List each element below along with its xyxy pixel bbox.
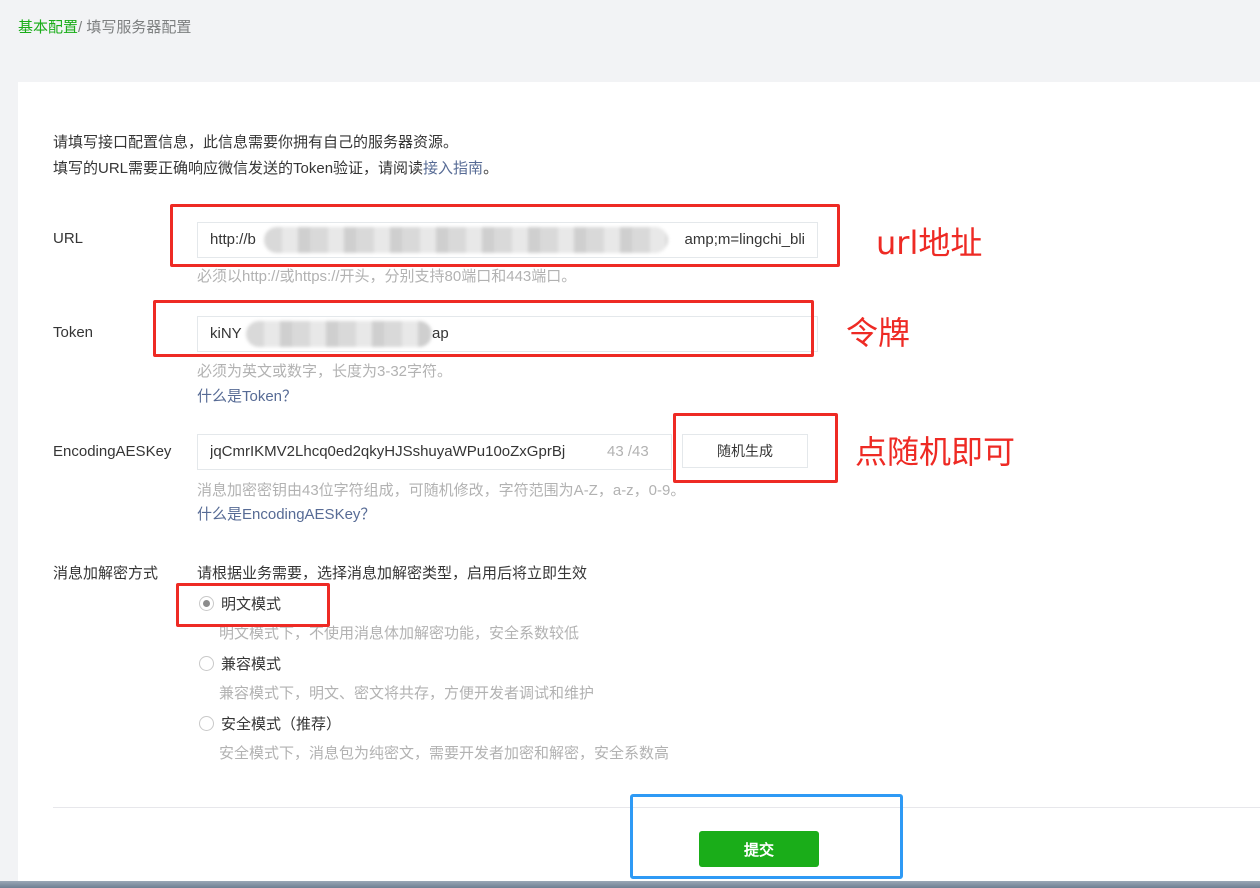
breadcrumb-separator: /	[78, 19, 83, 36]
secure-mode-desc: 安全模式下，消息包为纯密文，需要开发者加密和解密，安全系数高	[219, 745, 670, 762]
random-annotation-box	[673, 413, 838, 483]
aes-key-label: EncodingAESKey	[53, 443, 172, 460]
server-config-panel: 请填写接口配置信息，此信息需要你拥有自己的服务器资源。 填写的URL需要正确响应…	[18, 82, 1260, 888]
radio-unchecked-icon[interactable]	[199, 656, 214, 671]
intro-text: 请填写接口配置信息，此信息需要你拥有自己的服务器资源。 填写的URL需要正确响应…	[53, 130, 498, 182]
intro-line-2-text: 填写的URL需要正确响应微信发送的Token验证，请阅读	[53, 160, 424, 177]
access-guide-link[interactable]: 接入指南	[423, 160, 483, 177]
aes-key-counter: 43 /43	[607, 443, 649, 460]
intro-line-2: 填写的URL需要正确响应微信发送的Token验证，请阅读接入指南。	[53, 156, 498, 182]
intro-line-1: 请填写接口配置信息，此信息需要你拥有自己的服务器资源。	[53, 134, 459, 151]
url-hint: 必须以http://或https://开头，分别支持80端口和443端口。	[197, 268, 577, 285]
submit-annotation-box	[630, 794, 903, 879]
radio-secure-mode[interactable]: 安全模式（推荐）	[199, 713, 341, 734]
what-is-token-link[interactable]: 什么是Token？	[197, 385, 297, 406]
url-annotation-text: url地址	[876, 224, 983, 262]
what-is-aes-key-link[interactable]: 什么是EncodingAESKey？	[197, 503, 375, 524]
token-label: Token	[53, 324, 94, 341]
aes-key-hint: 消息加密密钥由43位字符组成，可随机修改，字符范围为A-Z，a-z，0-9。	[197, 482, 686, 499]
breadcrumb: 基本配置/ 填写服务器配置	[18, 16, 191, 37]
aes-key-value: jqCmrIKMV2Lhcq0ed2qkyHJSshuyaWPu10oZxGpr…	[210, 443, 566, 460]
intro-line-2-end: 。	[483, 160, 499, 177]
compatible-mode-desc: 兼容模式下，明文、密文将共存，方便开发者调试和维护	[219, 685, 595, 702]
url-label: URL	[53, 230, 84, 247]
radio-compatible-label: 兼容模式	[221, 656, 282, 673]
random-annotation-text: 点随机即可	[855, 433, 1016, 471]
plaintext-annotation-box	[176, 583, 330, 627]
radio-secure-label: 安全模式（推荐）	[221, 716, 342, 733]
token-annotation-box	[153, 300, 814, 357]
breadcrumb-basic-config-link[interactable]: 基本配置	[18, 19, 78, 36]
url-annotation-box	[170, 204, 840, 267]
token-hint: 必须为英文或数字，长度为3-32字符。	[197, 363, 453, 380]
radio-unchecked-icon[interactable]	[199, 716, 214, 731]
radio-compatible-mode[interactable]: 兼容模式	[199, 653, 281, 674]
token-annotation-text: 令牌	[846, 314, 911, 352]
encryption-mode-intro: 请根据业务需要，选择消息加解密类型，启用后将立即生效	[197, 565, 588, 582]
aes-key-input[interactable]: jqCmrIKMV2Lhcq0ed2qkyHJSshuyaWPu10oZxGpr…	[197, 434, 672, 470]
breadcrumb-current: 填写服务器配置	[86, 19, 192, 36]
os-taskbar	[0, 881, 1260, 888]
encryption-mode-label: 消息加解密方式	[53, 565, 159, 582]
